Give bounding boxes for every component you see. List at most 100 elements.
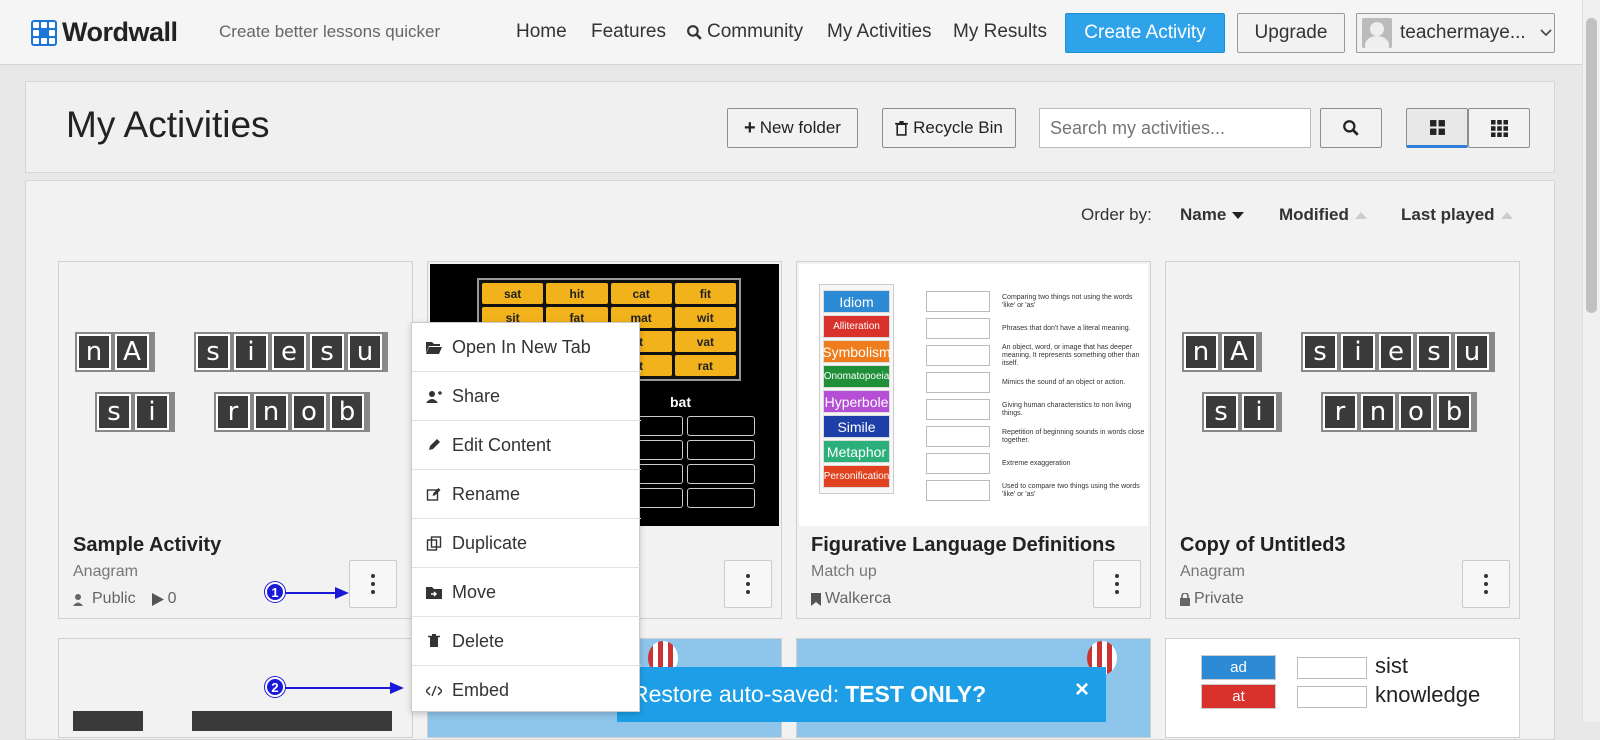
menu-edit-content[interactable]: Edit Content <box>412 421 641 470</box>
more-options-button[interactable] <box>1093 560 1141 608</box>
tagline: Create better lessons quicker <box>219 22 441 41</box>
close-icon[interactable]: × <box>1075 676 1089 704</box>
menu-share[interactable]: Share <box>412 372 641 421</box>
grid-word-cell: wit <box>674 307 736 328</box>
activity-card-copy-untitled3[interactable]: nA siesu si rnob Copy of Untitled3 Anagr… <box>1165 261 1520 619</box>
menu-label: Embed <box>452 680 510 700</box>
activity-thumbnail[interactable]: Idiom Alliteration Symbolism Onomatopoeia Hy… <box>799 264 1148 526</box>
menu-label: Edit Content <box>452 434 552 455</box>
order-by-last-played[interactable]: Last played <box>1401 205 1513 225</box>
activity-card-sample[interactable]: nA siesu si rnob Sample Activity Anagram… <box>58 261 413 619</box>
more-options-button[interactable] <box>724 560 772 608</box>
banner-activity-name[interactable]: TEST ONLY? <box>845 681 986 708</box>
activity-card-figurative[interactable]: Idiom Alliteration Symbolism Onomatopoeia Hy… <box>796 261 1151 619</box>
recycle-bin-button[interactable]: Recycle Bin <box>882 108 1016 148</box>
activity-type: Match up <box>811 563 877 580</box>
activity-type: Anagram <box>73 563 138 580</box>
word-label: knowledge <box>1375 682 1481 707</box>
menu-label: Share <box>452 385 501 406</box>
order-by-modified[interactable]: Modified <box>1279 205 1367 225</box>
anagram-tiles <box>192 711 392 731</box>
anagram-tiles: siesu <box>194 332 388 372</box>
activity-thumbnail[interactable]: nA siesu si rnob <box>61 264 410 526</box>
avatar <box>1362 18 1392 48</box>
top-navbar: Wordwall Create better lessons quicker H… <box>0 0 1582 65</box>
activity-meta: Public 0 <box>73 590 176 608</box>
large-grid-view-button[interactable] <box>1406 108 1468 148</box>
search-icon <box>687 24 702 40</box>
menu-embed[interactable]: Embed <box>412 666 641 715</box>
menu-duplicate[interactable]: Duplicate <box>412 519 641 568</box>
username: teachermaye... <box>1400 22 1526 43</box>
word-label: sist <box>1375 653 1408 678</box>
nav-home[interactable]: Home <box>516 21 567 43</box>
more-options-button[interactable] <box>349 560 397 608</box>
menu-rename[interactable]: Rename <box>412 470 641 519</box>
kebab-icon <box>1484 572 1488 596</box>
match-term: Alliteration <box>823 315 890 338</box>
create-activity-button[interactable]: Create Activity <box>1065 13 1225 53</box>
scrollbar-thumb[interactable] <box>1586 18 1597 313</box>
menu-label: Duplicate <box>452 532 528 553</box>
upgrade-button[interactable]: Upgrade <box>1237 13 1345 53</box>
menu-delete[interactable]: Delete <box>412 617 641 666</box>
match-definition: Extreme exaggeration <box>926 450 1146 477</box>
grid-word-cell: rat <box>674 355 736 376</box>
callout-badge-2: 2 <box>265 677 285 697</box>
folder-open-icon <box>426 342 442 354</box>
grid-small-icon <box>1490 119 1508 137</box>
answer-box <box>1297 686 1367 708</box>
match-terms: Idiom Alliteration Symbolism Onomatopoeia Hy… <box>819 284 894 494</box>
code-icon <box>426 685 442 696</box>
activity-title[interactable]: Sample Activity <box>73 534 221 557</box>
author-label[interactable]: Walkerca <box>825 590 891 608</box>
wordwall-logo-icon <box>31 19 57 46</box>
visibility-label: Private <box>1194 590 1244 607</box>
menu-move[interactable]: Move <box>412 568 641 617</box>
activities-header: My Activities + New folder Recycle Bin <box>25 81 1555 173</box>
callout-badge-1: 1 <box>265 582 285 602</box>
search-input[interactable] <box>1039 108 1311 148</box>
match-term: Metaphor <box>823 440 890 463</box>
match-definition: Giving human characteristics to non livi… <box>926 396 1146 423</box>
nav-my-activities[interactable]: My Activities <box>827 21 932 43</box>
anagram-tiles: si <box>95 392 175 432</box>
menu-label: Delete <box>452 630 505 651</box>
sort-up-icon <box>1500 211 1513 219</box>
target-word: bat <box>670 394 691 410</box>
kebab-icon <box>1115 572 1119 596</box>
plus-icon: + <box>744 116 756 139</box>
kebab-icon <box>746 572 750 596</box>
search-icon <box>1343 120 1359 136</box>
callout-arrow-2 <box>285 682 404 694</box>
new-folder-button[interactable]: + New folder <box>727 108 858 148</box>
activity-title[interactable]: Copy of Untitled3 <box>1180 534 1346 557</box>
activity-card-row2-4[interactable]: ad at sist knowledge <box>1165 638 1520 738</box>
match-term: Symbolism <box>822 340 891 363</box>
small-grid-view-button[interactable] <box>1468 108 1530 148</box>
order-by-name[interactable]: Name <box>1180 205 1245 225</box>
wordwall-logo[interactable]: Wordwall <box>31 17 178 48</box>
activity-meta: Private <box>1180 590 1244 608</box>
nav-my-results[interactable]: My Results <box>953 21 1047 43</box>
grid-word-cell: hit <box>546 283 608 304</box>
pencil-icon <box>429 439 440 450</box>
more-options-button[interactable] <box>1462 560 1510 608</box>
activity-context-menu: Open In New Tab Share Edit Content Renam… <box>411 322 641 715</box>
nav-features[interactable]: Features <box>591 21 666 43</box>
activity-thumbnail[interactable]: nA siesu si rnob <box>1168 264 1517 526</box>
term-label: ad <box>1230 659 1247 676</box>
user-menu[interactable]: teachermaye... <box>1356 13 1555 53</box>
activity-title[interactable]: Figurative Language Definitions <box>811 534 1115 557</box>
restore-autosave-banner[interactable]: Restore auto-saved: TEST ONLY? <box>617 667 1106 722</box>
visibility-label: Public <box>92 590 136 607</box>
anagram-tiles: siesu <box>1301 332 1495 372</box>
page-scrollbar[interactable] <box>1582 0 1600 722</box>
menu-open-new-tab[interactable]: Open In New Tab <box>412 323 641 372</box>
nav-community[interactable]: Community <box>686 21 803 43</box>
search-button[interactable] <box>1320 108 1382 148</box>
activity-meta: Walkerca <box>811 590 891 608</box>
grid-word-cell: vat <box>674 331 736 352</box>
callout-arrow-1 <box>285 587 349 599</box>
match-definition: Repetition of beginning sounds in words … <box>926 423 1146 450</box>
